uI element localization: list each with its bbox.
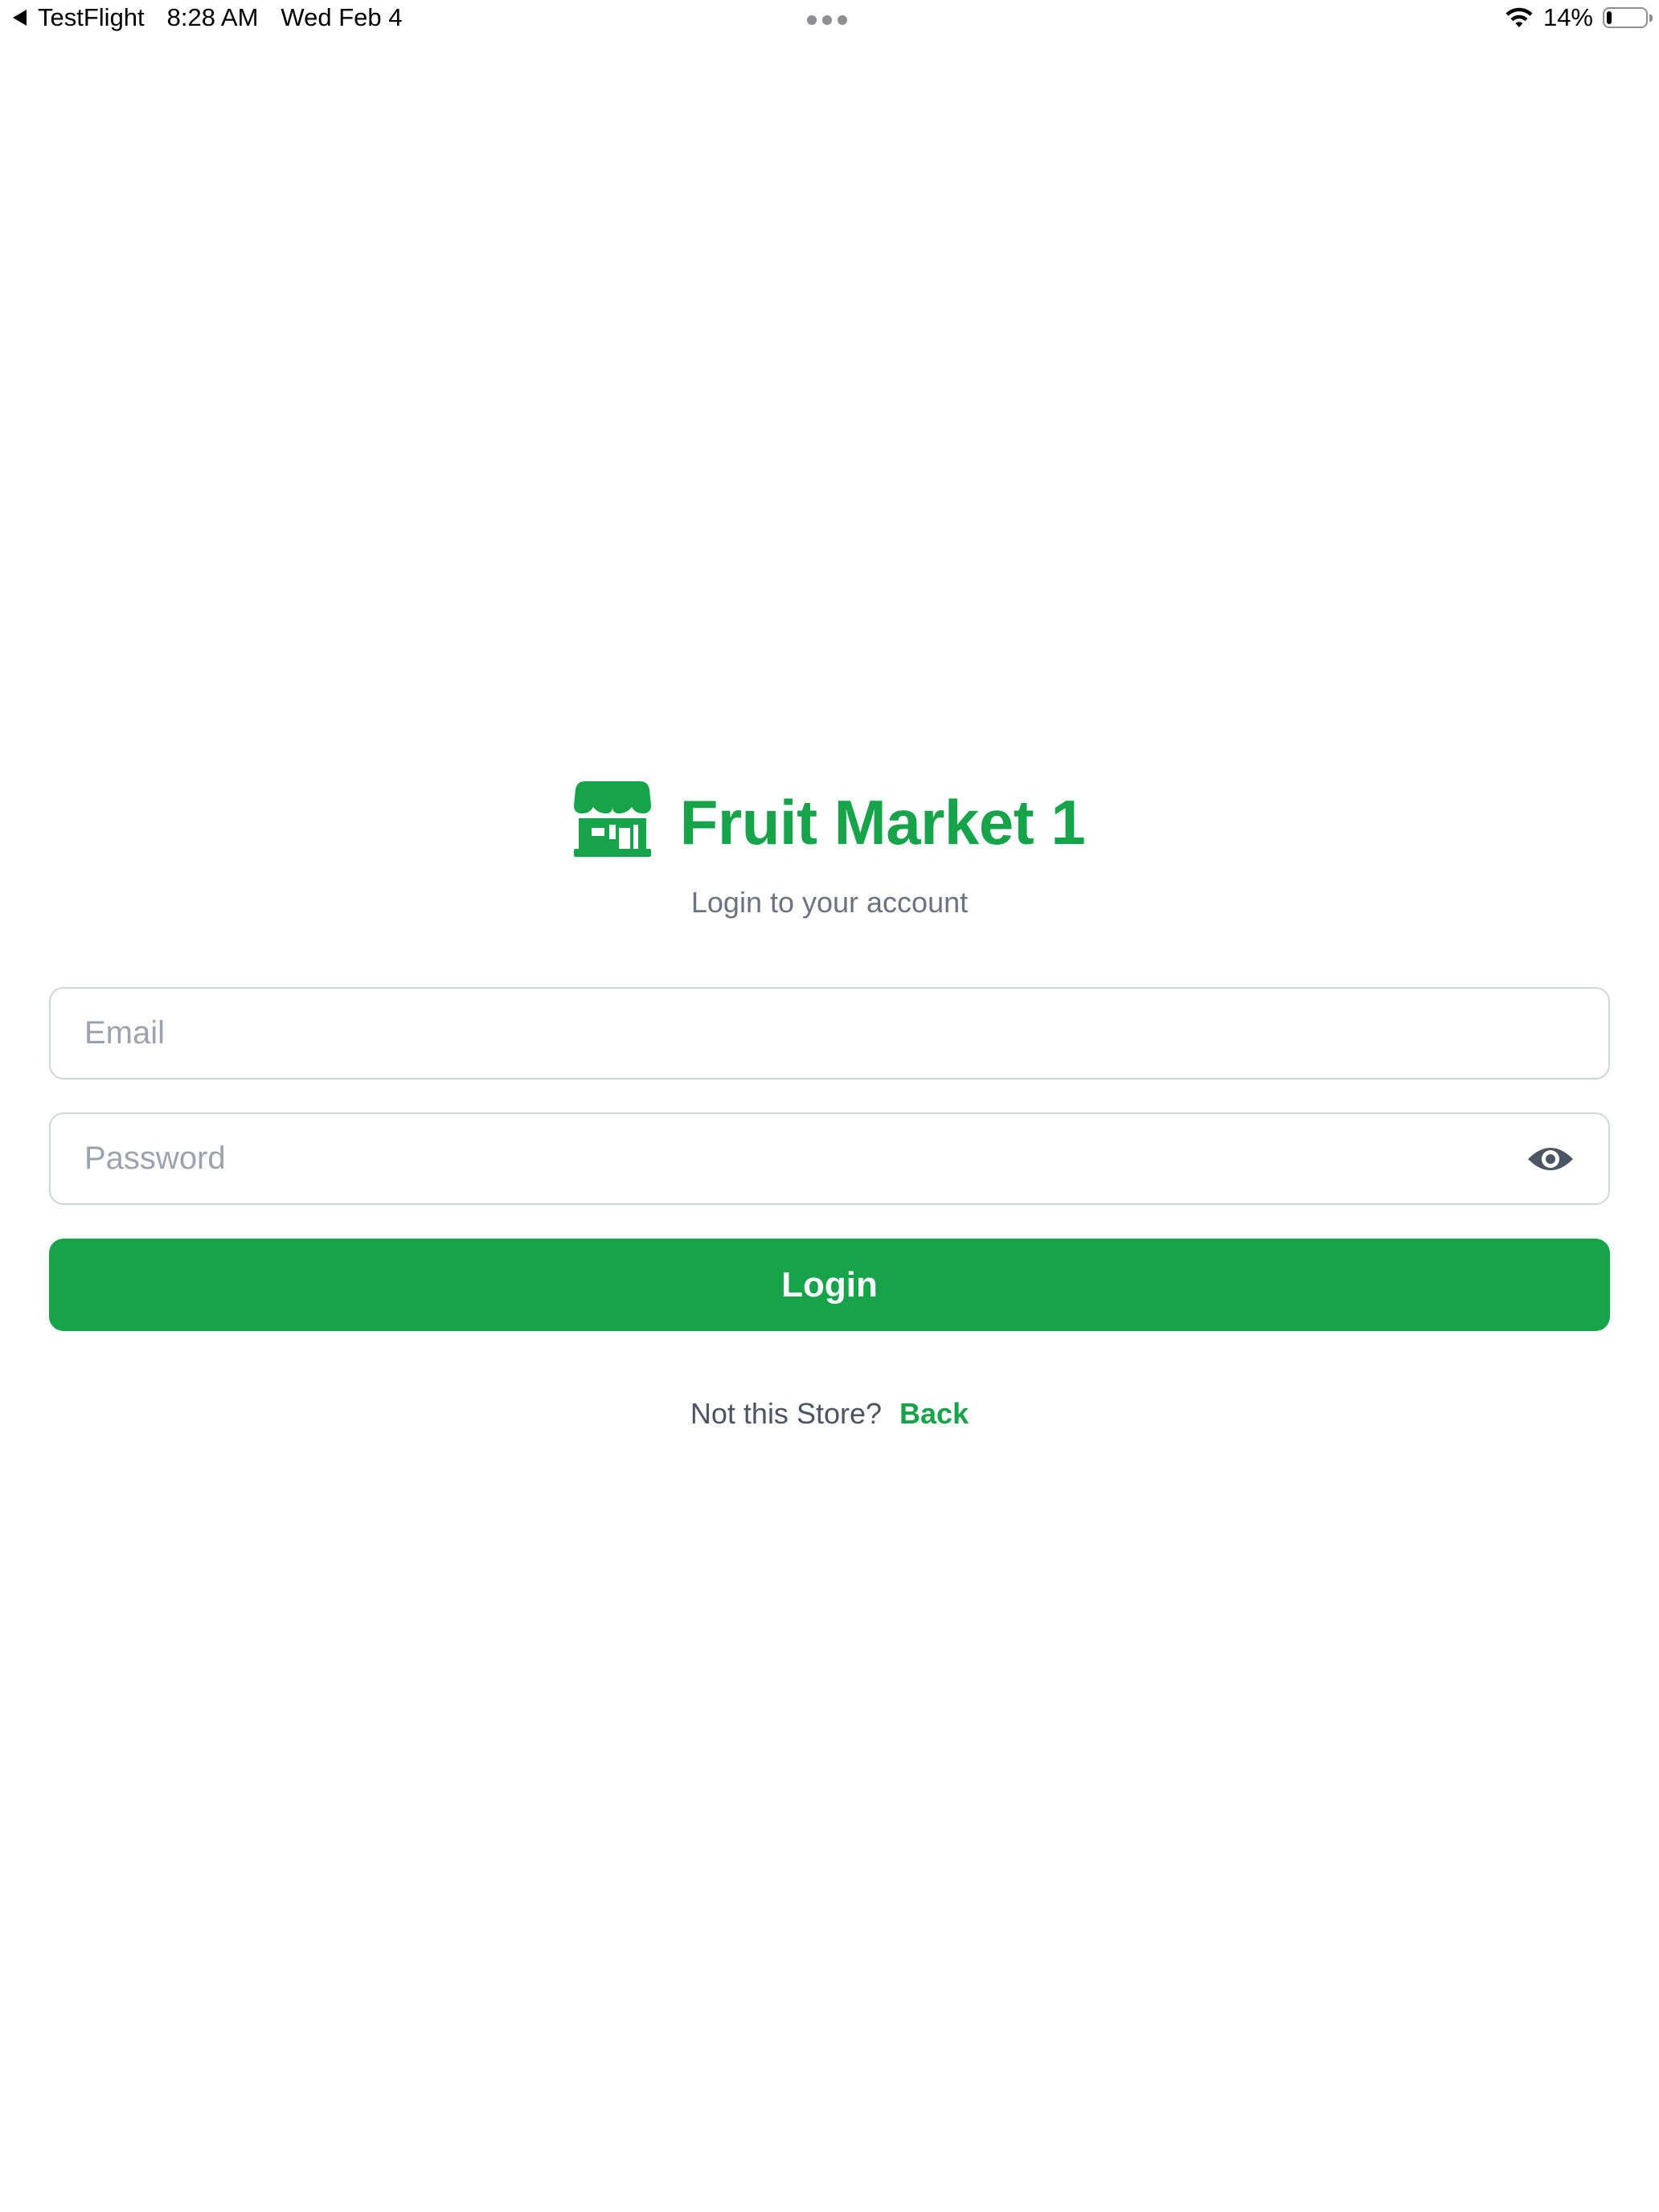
- dot: [822, 15, 832, 25]
- eye-icon[interactable]: [1526, 1141, 1575, 1177]
- password-field-container[interactable]: [49, 1112, 1610, 1205]
- back-to-app-label[interactable]: TestFlight: [38, 3, 145, 32]
- status-bar-left[interactable]: TestFlight 8:28 AM Wed Feb 4: [13, 3, 403, 32]
- password-input[interactable]: [84, 1114, 1515, 1203]
- login-subtitle: Login to your account: [690, 886, 969, 919]
- brand-header: Fruit Market 1: [0, 780, 1659, 859]
- login-screen: TestFlight 8:28 AM Wed Feb 4 14% Fruit M…: [0, 0, 1659, 2212]
- email-input[interactable]: [84, 989, 1515, 1078]
- multitasking-dots-icon[interactable]: [807, 15, 847, 25]
- battery-icon: [1603, 7, 1653, 28]
- battery-percent: 14%: [1542, 3, 1593, 31]
- status-bar: TestFlight 8:28 AM Wed Feb 4 14%: [0, 0, 1659, 42]
- login-button[interactable]: Login: [49, 1239, 1610, 1331]
- status-time: 8:28 AM: [166, 3, 259, 31]
- back-link[interactable]: Back: [899, 1397, 969, 1430]
- store-icon: [573, 780, 651, 857]
- wifi-icon: [1505, 7, 1533, 27]
- dot: [838, 15, 847, 25]
- back-arrow-icon[interactable]: [13, 10, 27, 26]
- battery-level: [1607, 11, 1612, 24]
- status-date: Wed Feb 4: [281, 3, 403, 31]
- dot: [807, 15, 817, 25]
- email-field-container[interactable]: [49, 987, 1610, 1079]
- store-switch-row: Not this Store? Back: [0, 1397, 1659, 1431]
- store-title: Fruit Market 1: [679, 787, 1086, 858]
- status-bar-right: 14%: [1505, 3, 1653, 32]
- not-this-store-text: Not this Store?: [690, 1397, 883, 1430]
